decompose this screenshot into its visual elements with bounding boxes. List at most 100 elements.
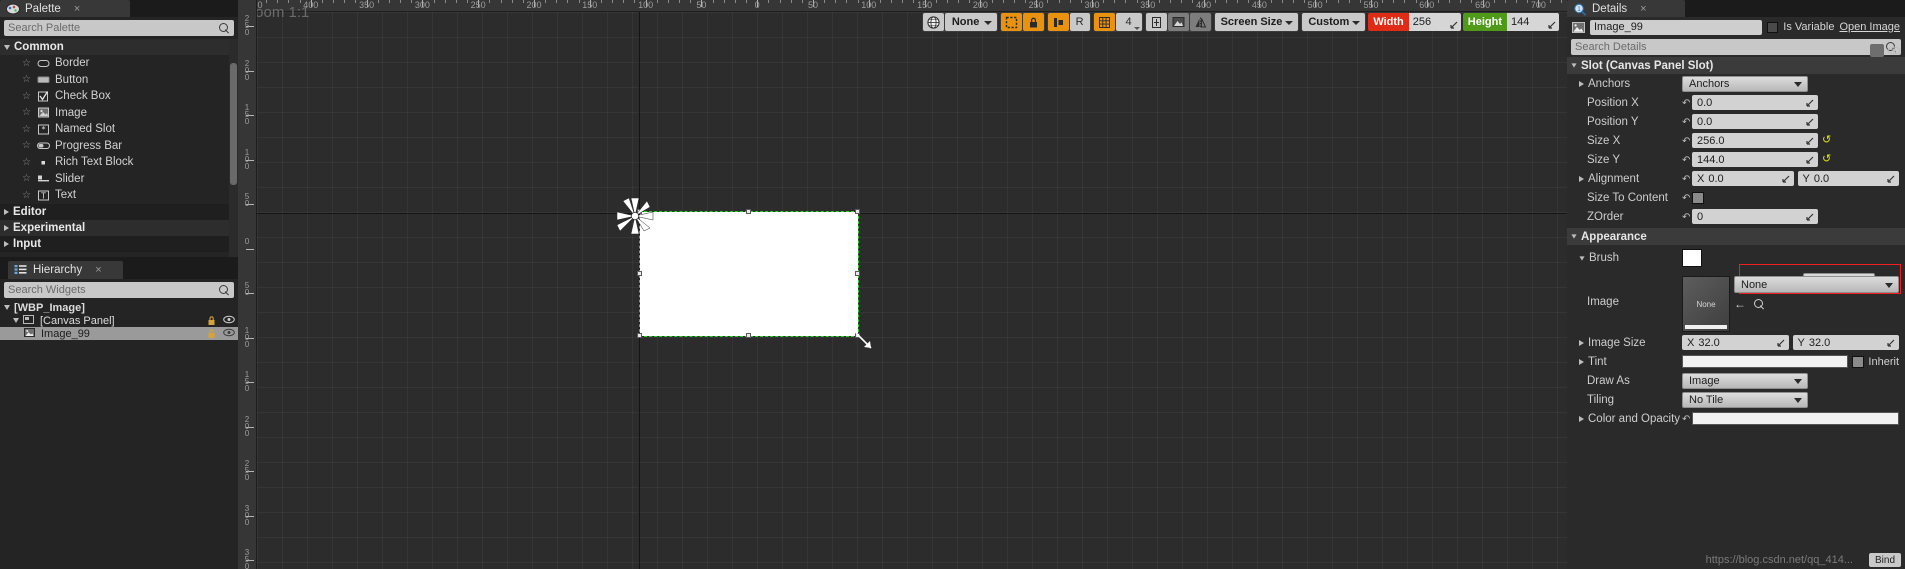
drag-spinner-icon[interactable] <box>1887 175 1895 183</box>
bind-icon[interactable]: ↶ <box>1682 155 1692 166</box>
bind-icon[interactable]: ↶ <box>1682 98 1692 109</box>
lock-icon[interactable] <box>1022 13 1044 31</box>
section-appearance[interactable]: Appearance <box>1567 228 1905 245</box>
palette-item-text[interactable]: ☆ T Text <box>0 187 238 204</box>
size-x-input[interactable]: 256.0 <box>1692 133 1818 148</box>
resize-handle-bc[interactable] <box>746 333 751 338</box>
drag-spinner-icon[interactable] <box>1781 175 1790 183</box>
resize-arrow-icon[interactable] <box>853 330 875 352</box>
alignment-x-input[interactable]: X 0.0 <box>1692 171 1794 186</box>
widget-name-input[interactable]: Image_99 <box>1590 19 1763 35</box>
tab-palette[interactable]: Palette × <box>0 0 130 17</box>
eye-icon[interactable] <box>223 315 235 326</box>
chevron-right-icon[interactable] <box>1579 358 1584 365</box>
section-slot-canvas-panel-slot[interactable]: Slot (Canvas Panel Slot) <box>1567 57 1905 74</box>
palette-item-named-slot[interactable]: ☆ * Named Slot <box>0 121 238 138</box>
drag-spinner-icon[interactable] <box>1806 137 1814 145</box>
close-icon[interactable]: × <box>95 264 101 276</box>
tab-details[interactable]: 1 Details × <box>1567 0 1685 17</box>
grid-icon[interactable] <box>1093 13 1115 31</box>
tree-item-canvas-panel[interactable]: [Canvas Panel] <box>0 314 238 327</box>
drag-spinner-icon[interactable] <box>1548 21 1556 29</box>
chevron-right-icon[interactable] <box>1579 339 1584 346</box>
use-selected-asset-icon[interactable]: ← <box>1734 297 1746 311</box>
star-icon[interactable]: ☆ <box>22 157 32 168</box>
tint-inherit-checkbox[interactable] <box>1852 355 1865 368</box>
palette-scrollbar-thumb[interactable] <box>230 63 237 185</box>
size-to-content-checkbox[interactable] <box>1692 191 1704 204</box>
localization-preview-button[interactable]: R <box>1069 13 1090 31</box>
bind-icon[interactable]: ↶ <box>1682 414 1692 425</box>
drag-spinner-icon[interactable] <box>1450 21 1458 29</box>
palette-category-input[interactable]: Input <box>0 235 238 252</box>
brush-color-swatch[interactable] <box>1682 249 1702 267</box>
bind-icon[interactable]: ↶ <box>1682 212 1692 223</box>
bind-icon[interactable]: ↶ <box>1682 174 1692 185</box>
palette-category-editor[interactable]: Editor <box>0 203 238 220</box>
zorder-input[interactable]: 0 <box>1692 209 1818 224</box>
reset-to-default-icon[interactable]: ↺ <box>1822 135 1831 146</box>
image-size-y-input[interactable]: Y 32.0 <box>1792 335 1899 350</box>
drag-spinner-icon[interactable] <box>1887 339 1895 347</box>
palette-item-check-box[interactable]: ☆ Check Box <box>0 88 238 105</box>
bind-icon[interactable]: ↶ <box>1682 136 1692 147</box>
width-input[interactable]: 256 <box>1408 13 1461 31</box>
resize-handle-ml[interactable] <box>637 271 642 276</box>
lock-icon[interactable] <box>206 328 217 339</box>
bind-icon[interactable]: ↶ <box>1682 193 1692 204</box>
close-icon[interactable]: × <box>1640 3 1646 15</box>
tree-item-wbp-image[interactable]: [WBP_Image] <box>0 301 238 314</box>
palette-category-common[interactable]: Common <box>0 39 238 55</box>
tiling-dropdown[interactable]: No Tile <box>1682 391 1808 408</box>
designer-viewport[interactable]: 4504003503002502001501005005010015020025… <box>238 0 1567 569</box>
mirror-icon[interactable] <box>1189 13 1211 31</box>
palette-item-image[interactable]: ☆ Image <box>0 105 238 122</box>
screen-size-dropdown[interactable]: Screen Size <box>1214 13 1299 31</box>
palette-item-button[interactable]: ☆ Button <box>0 72 238 89</box>
image-size-x-input[interactable]: X 32.0 <box>1682 335 1789 350</box>
globe-icon[interactable] <box>922 13 944 31</box>
search-widgets-input[interactable]: Search Widgets <box>4 282 234 298</box>
star-icon[interactable]: ☆ <box>22 124 32 135</box>
star-icon[interactable]: ☆ <box>22 58 32 69</box>
resize-handle-tr[interactable] <box>855 209 860 214</box>
position-y-input[interactable]: 0.0 <box>1692 114 1818 129</box>
drag-spinner-icon[interactable] <box>1806 213 1814 221</box>
resize-handle-bl[interactable] <box>637 333 642 338</box>
drag-spinner-icon[interactable] <box>1806 118 1814 126</box>
star-icon[interactable]: ☆ <box>22 74 32 85</box>
size-y-input[interactable]: 144.0 <box>1692 152 1818 167</box>
image-asset-dropdown[interactable]: None <box>1734 276 1899 293</box>
tint-color-bar[interactable] <box>1682 355 1849 368</box>
snap-dropdown[interactable]: None <box>944 13 997 31</box>
palette-item-progress-bar[interactable]: ☆ Progress Bar <box>0 138 238 155</box>
star-icon[interactable]: ☆ <box>22 91 32 102</box>
eye-icon[interactable] <box>223 328 235 339</box>
star-icon[interactable]: ☆ <box>22 173 32 184</box>
is-variable-checkbox[interactable] <box>1767 21 1779 33</box>
palette-scrollbar[interactable] <box>229 39 238 257</box>
palette-item-border[interactable]: ☆ Border <box>0 55 238 72</box>
star-icon[interactable]: ☆ <box>22 190 32 201</box>
anchor-medallion-icon[interactable] <box>611 192 659 240</box>
alignment-y-input[interactable]: Y 0.0 <box>1797 171 1899 186</box>
browse-asset-icon[interactable] <box>1754 298 1765 310</box>
chevron-down-icon[interactable] <box>4 305 10 310</box>
height-input[interactable]: 144 <box>1507 13 1559 31</box>
search-details-input[interactable]: Search Details <box>1571 39 1901 55</box>
grid-size-field[interactable]: 4 <box>1115 13 1142 31</box>
reset-to-default-icon[interactable]: ↺ <box>1822 154 1831 165</box>
resize-handle-tc[interactable] <box>746 209 751 214</box>
search-palette-input[interactable]: Search Palette <box>4 20 234 36</box>
anchor-icon[interactable] <box>1047 13 1069 31</box>
chevron-right-icon[interactable] <box>1579 415 1584 422</box>
design-canvas[interactable] <box>257 12 1567 569</box>
chevron-right-icon[interactable] <box>1579 175 1584 182</box>
image-asset-thumbnail[interactable]: None <box>1682 276 1730 332</box>
selection-outline-icon[interactable] <box>1000 13 1022 31</box>
color-and-opacity-bar[interactable] <box>1692 412 1899 425</box>
drag-spinner-icon[interactable] <box>1806 99 1814 107</box>
chevron-down-icon[interactable] <box>13 318 19 323</box>
tree-item-image-99[interactable]: Image_99 <box>0 327 238 340</box>
open-image-link[interactable]: Open Image <box>1839 21 1900 33</box>
